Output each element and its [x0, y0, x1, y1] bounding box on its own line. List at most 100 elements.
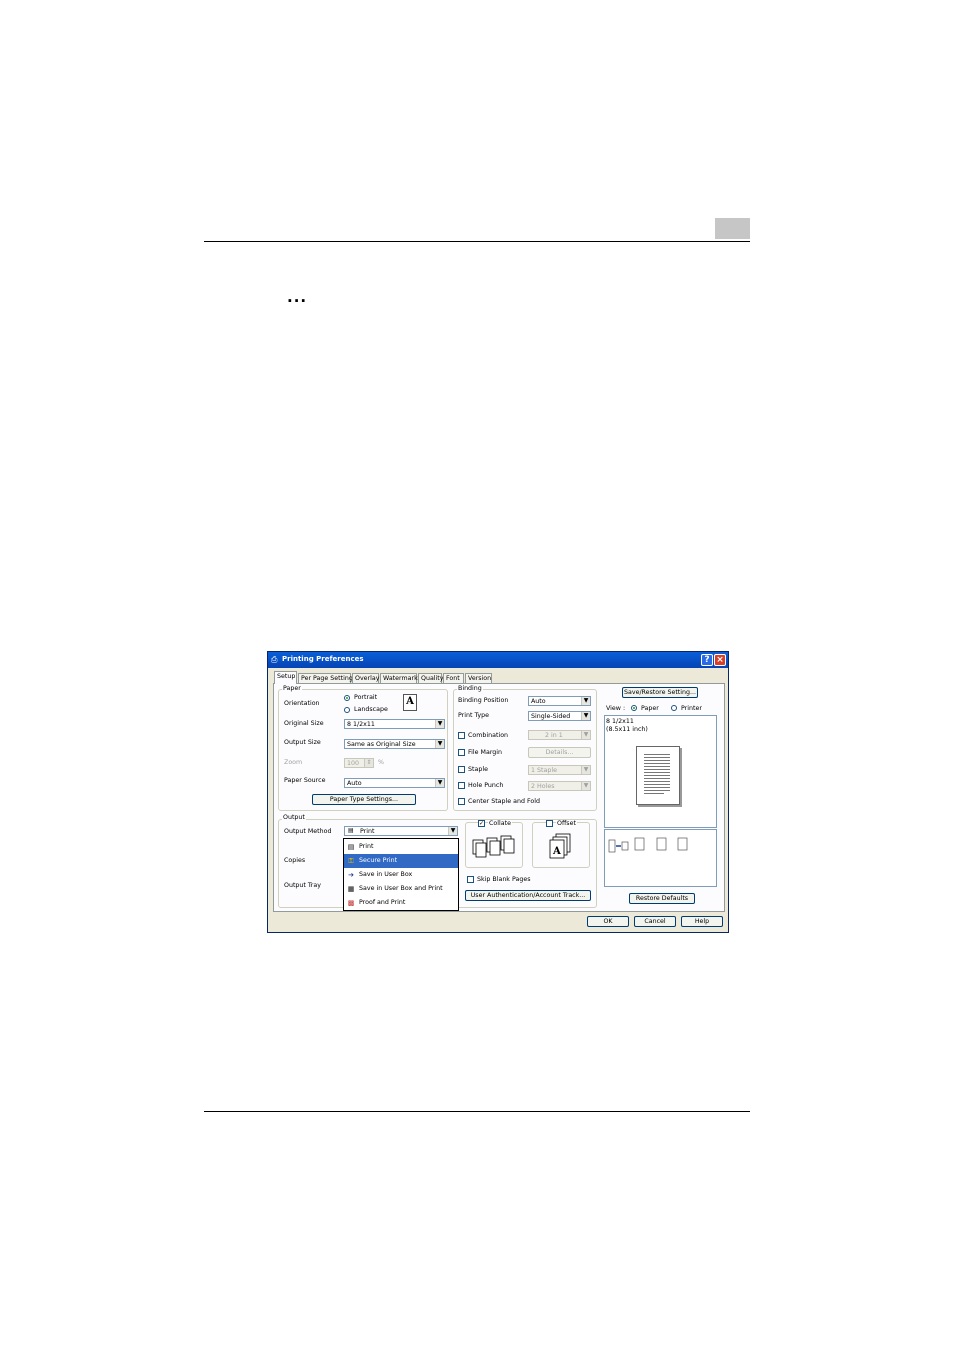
- collate-label: Collate: [488, 820, 512, 828]
- chevron-down-icon: ▼: [435, 779, 444, 787]
- save-restore-button[interactable]: Save/Restore Setting...: [622, 687, 698, 698]
- print-type-value: Single-Sided: [531, 713, 571, 720]
- chevron-down-icon: ▼: [581, 766, 590, 774]
- help-title-button[interactable]: ?: [701, 654, 713, 666]
- combination-checkbox[interactable]: [458, 732, 465, 739]
- landscape-label: Landscape: [354, 706, 388, 713]
- landscape-radio[interactable]: [344, 707, 350, 713]
- file-margin-checkbox[interactable]: [458, 749, 465, 756]
- page-icon: ▤: [348, 827, 354, 834]
- offset-checkbox[interactable]: [546, 820, 553, 827]
- tab-overlay[interactable]: Overlay: [352, 673, 379, 683]
- portrait-label: Portrait: [354, 694, 378, 701]
- save-to-box-icon: ➔: [348, 871, 354, 879]
- file-margin-label: File Margin: [468, 749, 503, 756]
- preview-size-line1: 8 1/2x11: [606, 718, 634, 725]
- footer-rule: [204, 1111, 750, 1112]
- page-icon: ▤: [347, 843, 355, 851]
- paper-group-label: Paper: [282, 685, 302, 693]
- paper-source-select[interactable]: Auto ▼: [344, 778, 445, 788]
- title-bar[interactable]: ⎙ Printing Preferences ? ×: [268, 652, 728, 668]
- close-button[interactable]: ×: [714, 654, 726, 666]
- dropdown-item-print[interactable]: ▤ Print: [344, 840, 458, 854]
- chevron-down-icon: ▼: [581, 731, 590, 739]
- skip-blank-label: Skip Blank Pages: [477, 876, 531, 883]
- dropdown-item-label: Print: [359, 843, 374, 850]
- center-staple-checkbox[interactable]: [458, 798, 465, 805]
- chevron-down-icon: ▼: [581, 697, 590, 705]
- user-auth-button[interactable]: User Authentication/Account Track...: [465, 890, 591, 901]
- output-method-value: Print: [360, 828, 375, 835]
- original-size-label: Original Size: [284, 720, 324, 727]
- chevron-down-icon: ▼: [581, 712, 590, 720]
- center-staple-label: Center Staple and Fold: [468, 798, 540, 805]
- output-size-select[interactable]: Same as Original Size ▼: [344, 739, 445, 749]
- dropdown-item-secure-print[interactable]: ⚿ Secure Print: [344, 854, 458, 868]
- tab-watermark[interactable]: Watermark: [380, 673, 418, 683]
- paper-source-label: Paper Source: [284, 777, 326, 784]
- staple-checkbox[interactable]: [458, 766, 465, 773]
- orientation-label: Orientation: [284, 700, 320, 707]
- spin-arrows-icon: ⇕: [364, 759, 373, 767]
- skip-blank-checkbox[interactable]: [467, 876, 474, 883]
- print-type-label: Print Type: [458, 712, 489, 719]
- portrait-radio[interactable]: [344, 695, 350, 701]
- tab-font[interactable]: Font: [443, 673, 464, 683]
- hole-punch-checkbox[interactable]: [458, 782, 465, 789]
- paper-type-settings-button[interactable]: Paper Type Settings...: [312, 794, 416, 805]
- collate-checkbox[interactable]: ✓: [478, 820, 485, 827]
- tab-quality[interactable]: Quality: [418, 673, 444, 683]
- dialog-title: Printing Preferences: [282, 655, 364, 663]
- output-method-label: Output Method: [284, 828, 332, 835]
- binding-position-select[interactable]: Auto ▼: [528, 696, 591, 706]
- staple-select[interactable]: 1 Staple ▼: [528, 765, 591, 775]
- dropdown-item-label: Proof and Print: [359, 899, 406, 906]
- tab-version[interactable]: Version: [465, 673, 492, 683]
- chevron-down-icon: ▼: [435, 720, 444, 728]
- save-and-print-icon: ▦: [347, 885, 355, 893]
- dropdown-item-proof-and-print[interactable]: ▩ Proof and Print: [344, 896, 458, 910]
- dropdown-item-save-in-user-box[interactable]: ➔ Save in User Box: [344, 868, 458, 882]
- combination-label: Combination: [468, 732, 509, 739]
- tab-setup[interactable]: Setup: [274, 671, 297, 684]
- cancel-button[interactable]: Cancel: [634, 916, 676, 927]
- ok-button[interactable]: OK: [587, 916, 629, 927]
- proof-icon: ▩: [347, 899, 355, 907]
- output-method-select[interactable]: ▤ Print ▼: [344, 826, 458, 836]
- output-group-label: Output: [282, 814, 306, 822]
- zoom-unit: %: [378, 759, 384, 766]
- zoom-label: Zoom: [284, 759, 303, 766]
- header-rule: [204, 241, 750, 242]
- combination-select[interactable]: 2 in 1 ▼: [528, 730, 591, 740]
- chevron-down-icon: ▼: [435, 740, 444, 748]
- printer-icon: ⎙: [271, 655, 278, 664]
- zoom-spinner[interactable]: 100 ⇕: [344, 758, 374, 768]
- view-paper-radio[interactable]: [631, 705, 637, 711]
- restore-defaults-button[interactable]: Restore Defaults: [629, 893, 695, 904]
- help-button[interactable]: Help: [681, 916, 723, 927]
- dropdown-item-save-and-print[interactable]: ▦ Save in User Box and Print: [344, 882, 458, 896]
- dropdown-item-label: Save in User Box: [359, 871, 413, 878]
- chevron-down-icon: ▼: [448, 827, 457, 835]
- view-printer-label: Printer: [681, 705, 702, 712]
- chapter-tab-marker: [715, 218, 750, 239]
- offset-label: Offset: [556, 820, 577, 828]
- hole-punch-select[interactable]: 2 Holes ▼: [528, 781, 591, 791]
- view-printer-radio[interactable]: [671, 705, 677, 711]
- dropdown-item-label: Save in User Box and Print: [359, 885, 443, 892]
- preview-size-line2: (8.5x11 inch): [606, 726, 648, 733]
- view-label: View :: [606, 705, 626, 712]
- svg-text:A: A: [552, 846, 561, 857]
- chevron-down-icon: ▼: [581, 782, 590, 790]
- zoom-value: 100: [347, 760, 360, 767]
- tab-per-page-setting[interactable]: Per Page Setting: [298, 673, 353, 683]
- binding-position-value: Auto: [531, 698, 546, 705]
- output-size-label: Output Size: [284, 739, 321, 746]
- print-type-select[interactable]: Single-Sided ▼: [528, 711, 591, 721]
- close-icon: ×: [716, 655, 724, 665]
- dropdown-item-label: Secure Print: [359, 857, 398, 864]
- output-method-dropdown[interactable]: ▤ Print ⚿ Secure Print ➔ Save in User Box ▦…: [343, 838, 459, 911]
- paper-source-value: Auto: [347, 780, 362, 787]
- original-size-select[interactable]: 8 1/2x11 ▼: [344, 719, 445, 729]
- details-button[interactable]: Details...: [528, 747, 591, 758]
